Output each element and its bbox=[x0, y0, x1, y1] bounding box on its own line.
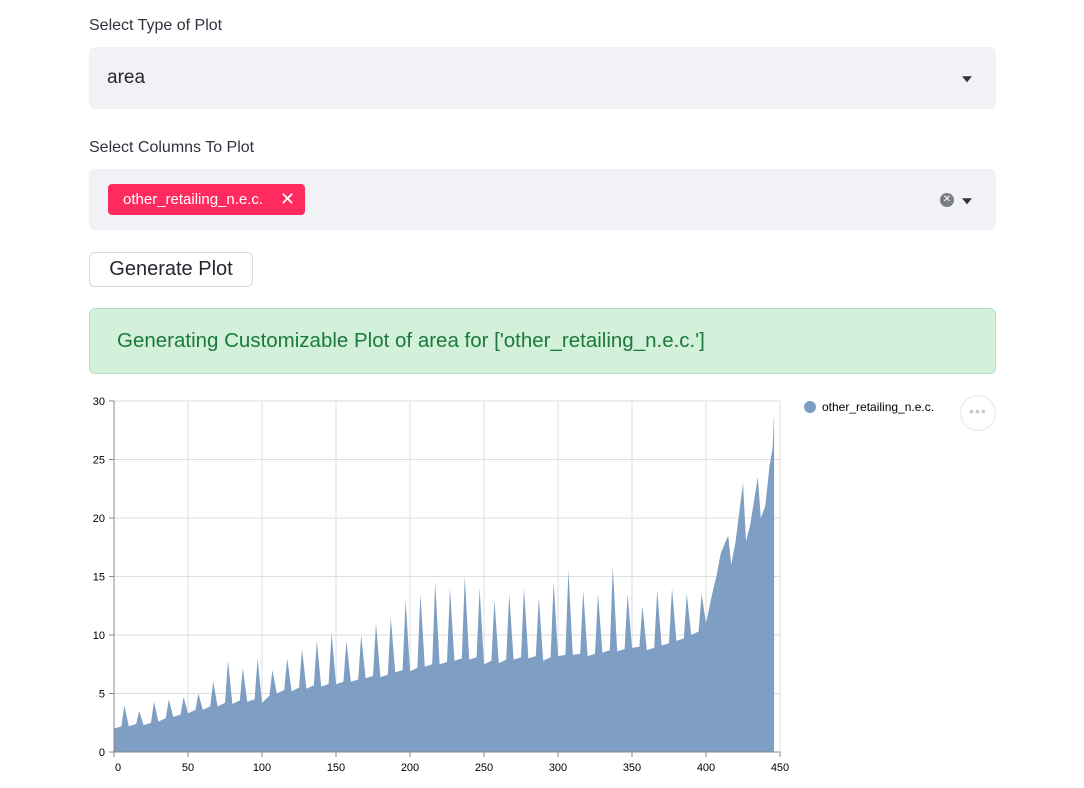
y-tick-label: 15 bbox=[93, 572, 105, 584]
x-tick-label: 0 bbox=[115, 762, 121, 774]
y-tick-label: 25 bbox=[93, 455, 105, 467]
x-tick-label: 200 bbox=[401, 762, 419, 774]
columns-label: Select Columns To Plot bbox=[89, 139, 255, 156]
success-alert: Generating Customizable Plot of area for… bbox=[89, 308, 996, 374]
legend-swatch bbox=[804, 401, 816, 413]
y-tick-label: 30 bbox=[93, 396, 105, 408]
plot-type-label: Select Type of Plot bbox=[89, 17, 223, 34]
selected-column-chip-label: other_retailing_n.e.c. bbox=[123, 191, 264, 208]
y-tick-label: 5 bbox=[99, 689, 105, 701]
x-tick-label: 450 bbox=[771, 762, 789, 774]
generate-plot-button[interactable]: Generate Plot bbox=[89, 252, 253, 287]
chevron-down-icon[interactable] bbox=[962, 197, 972, 204]
plot-type-value: area bbox=[107, 67, 146, 88]
x-tick-label: 100 bbox=[253, 762, 271, 774]
x-tick-label: 300 bbox=[549, 762, 567, 774]
area-series bbox=[114, 412, 775, 752]
area-chart: 0510152025300 50 100 150 200 250 300 350 400 450 bbox=[93, 396, 789, 774]
x-tick-label: 350 bbox=[623, 762, 641, 774]
x-tick-label: 400 bbox=[697, 762, 715, 774]
close-icon[interactable]: ✕ bbox=[280, 184, 295, 215]
columns-multiselect[interactable]: other_retailing_n.e.c. ✕ ✕ bbox=[89, 169, 996, 230]
y-tick-label: 0 bbox=[99, 747, 105, 759]
legend-label: other_retailing_n.e.c. bbox=[822, 400, 935, 414]
x-tick-label: 150 bbox=[327, 762, 345, 774]
plot-builder-page: Select Type of Plot area Select Columns … bbox=[0, 0, 1084, 788]
more-horizontal-icon[interactable]: ••• bbox=[960, 395, 996, 431]
chevron-down-icon[interactable] bbox=[962, 76, 972, 83]
x-tick-label: 50 bbox=[182, 762, 194, 774]
x-tick-label: 250 bbox=[475, 762, 493, 774]
y-tick-label: 20 bbox=[93, 513, 105, 525]
y-tick-label: 10 bbox=[93, 630, 105, 642]
chart-legend: other_retailing_n.e.c. bbox=[804, 400, 934, 414]
plot-type-select[interactable]: area bbox=[89, 47, 996, 109]
clear-icon[interactable]: ✕ bbox=[940, 192, 954, 207]
selected-column-chip: other_retailing_n.e.c. ✕ bbox=[108, 184, 306, 215]
